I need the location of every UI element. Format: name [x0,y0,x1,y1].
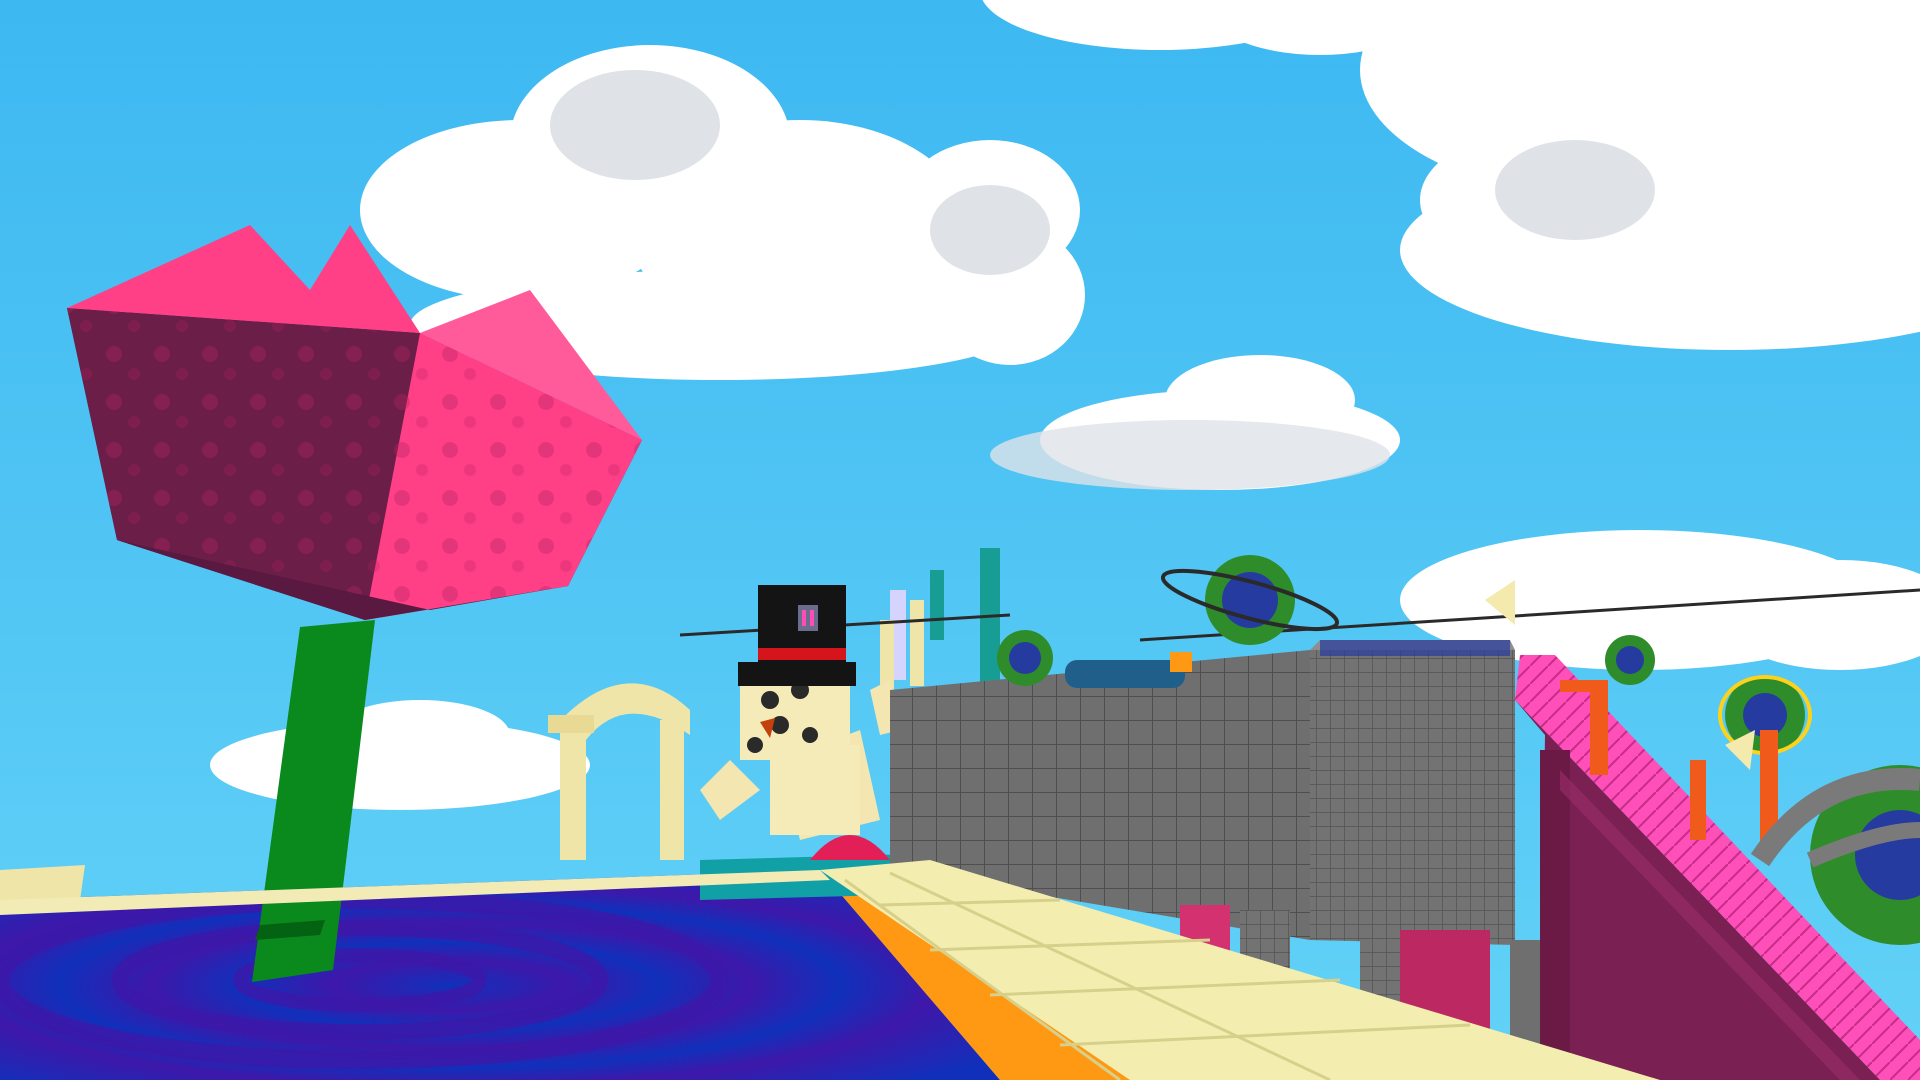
game-viewport[interactable] [0,0,1920,1080]
cloud-right [1360,0,1920,350]
